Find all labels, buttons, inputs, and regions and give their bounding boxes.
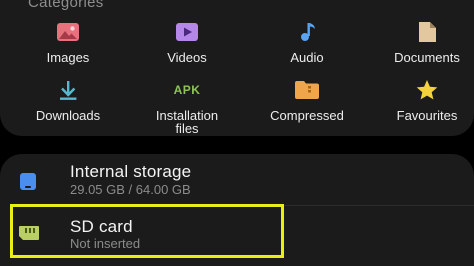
category-videos[interactable]: Videos <box>151 19 223 64</box>
category-downloads[interactable]: Downloads <box>18 77 118 122</box>
folder-zip-icon <box>294 77 320 103</box>
highlight-box <box>10 204 284 258</box>
category-audio[interactable]: Audio <box>271 19 343 64</box>
apk-icon: APK <box>174 77 200 103</box>
internal-storage-usage: 29.05 GB / 64.00 GB <box>70 182 191 197</box>
category-favourites[interactable]: Favourites <box>377 77 474 122</box>
category-label: Compressed <box>270 108 344 123</box>
category-label: Images <box>46 50 90 65</box>
star-icon <box>414 77 440 103</box>
document-icon <box>414 19 440 45</box>
category-label: Favourites <box>396 108 458 123</box>
image-icon <box>55 19 81 45</box>
music-note-icon <box>294 19 320 45</box>
category-label: Documents <box>394 50 460 65</box>
categories-header: Categories <box>28 0 104 11</box>
video-icon <box>174 19 200 45</box>
internal-storage-title: Internal storage <box>70 162 192 181</box>
category-compressed[interactable]: Compressed <box>257 77 357 122</box>
category-images[interactable]: Images <box>32 19 104 64</box>
category-label: Installation files <box>155 108 219 136</box>
download-icon <box>55 77 81 103</box>
phone-storage-icon <box>20 173 36 190</box>
file-manager-screen: Categories Images Videos Audio Documents… <box>0 0 474 266</box>
apk-icon-text: APK <box>173 83 201 97</box>
category-label: Videos <box>167 50 207 65</box>
category-documents[interactable]: Documents <box>382 19 472 64</box>
category-label: Downloads <box>35 108 101 123</box>
category-installation-files[interactable]: APK Installation files <box>137 77 237 135</box>
internal-storage-row[interactable]: Internal storage 29.05 GB / 64.00 GB <box>0 154 474 204</box>
category-label: Audio <box>290 50 324 65</box>
